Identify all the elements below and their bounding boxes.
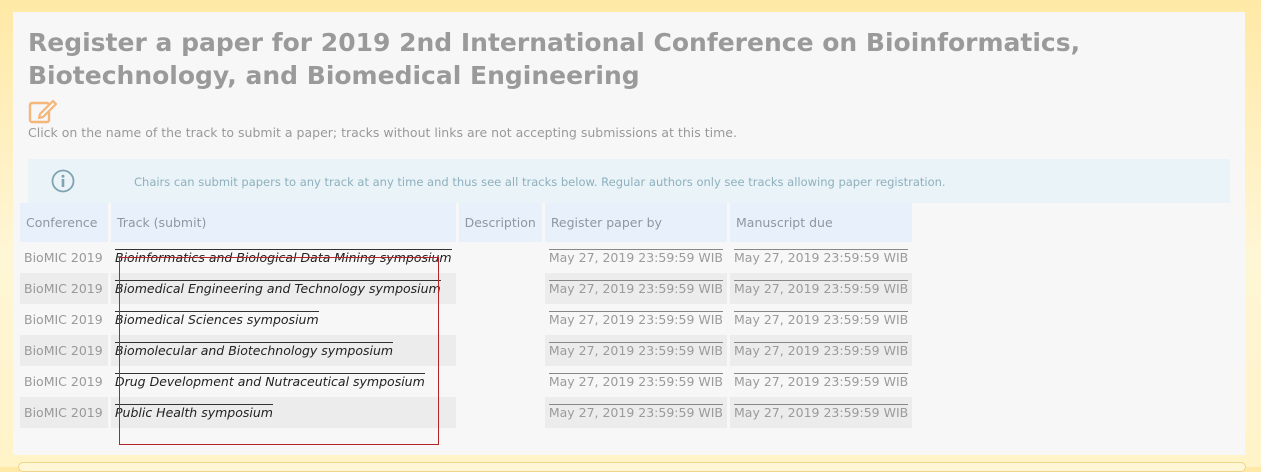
cell-manuscript-due: May 27, 2019 23:59:59 WIB (734, 311, 909, 327)
info-alert: Chairs can submit papers to any track at… (28, 159, 1230, 203)
cell-manuscript-due: May 27, 2019 23:59:59 WIB (734, 280, 909, 296)
cell-description (458, 273, 542, 304)
cell-register-by: May 27, 2019 23:59:59 WIB (548, 280, 724, 296)
info-text: Chairs can submit papers to any track at… (134, 175, 946, 189)
cell-description (458, 242, 542, 273)
col-header-conference[interactable]: Conference (20, 203, 108, 242)
info-icon (51, 169, 75, 193)
cell-register-by: May 27, 2019 23:59:59 WIB (548, 311, 724, 327)
cell-description (458, 304, 542, 335)
col-header-manuscript-due[interactable]: Manuscript due (730, 203, 913, 242)
table-header-row: Conference Track (submit) Description Re… (20, 203, 913, 242)
track-link[interactable]: Biomolecular and Biotechnology symposium (115, 342, 394, 358)
cell-register-by: May 27, 2019 23:59:59 WIB (548, 249, 724, 265)
cell-description (458, 335, 542, 366)
cell-conference: BioMIC 2019 (20, 335, 108, 366)
cell-manuscript-due: May 27, 2019 23:59:59 WIB (734, 249, 909, 265)
cell-register-by: May 27, 2019 23:59:59 WIB (548, 404, 724, 420)
col-header-register-by[interactable]: Register paper by (544, 203, 728, 242)
tracks-table: Conference Track (submit) Description Re… (17, 203, 915, 428)
cell-conference: BioMIC 2019 (20, 304, 108, 335)
cell-conference: BioMIC 2019 (20, 242, 108, 273)
table-row: BioMIC 2019 Biomolecular and Biotechnolo… (20, 335, 913, 366)
edit-icon[interactable] (28, 97, 58, 125)
table-row: BioMIC 2019 Biomedical Sciences symposiu… (20, 304, 913, 335)
help-text: Click on the name of the track to submit… (28, 125, 737, 140)
bottom-panel-edge (18, 462, 1246, 472)
cell-manuscript-due: May 27, 2019 23:59:59 WIB (734, 342, 909, 358)
cell-manuscript-due: May 27, 2019 23:59:59 WIB (734, 404, 909, 420)
table-row: BioMIC 2019 Drug Development and Nutrace… (20, 366, 913, 397)
cell-conference: BioMIC 2019 (20, 273, 108, 304)
cell-register-by: May 27, 2019 23:59:59 WIB (548, 342, 724, 358)
table-row: BioMIC 2019 Public Health symposium May … (20, 397, 913, 428)
track-link[interactable]: Public Health symposium (115, 404, 273, 420)
cell-description (458, 366, 542, 397)
track-link[interactable]: Bioinformatics and Biological Data Minin… (115, 249, 452, 265)
table-row: BioMIC 2019 Biomedical Engineering and T… (20, 273, 913, 304)
cell-conference: BioMIC 2019 (20, 366, 108, 397)
cell-manuscript-due: May 27, 2019 23:59:59 WIB (734, 373, 909, 389)
track-link[interactable]: Drug Development and Nutraceutical sympo… (115, 373, 425, 389)
page-title: Register a paper for 2019 2nd Internatio… (28, 28, 1081, 90)
col-header-track[interactable]: Track (submit) (111, 203, 456, 242)
track-link[interactable]: Biomedical Engineering and Technology sy… (115, 280, 441, 296)
cell-register-by: May 27, 2019 23:59:59 WIB (548, 373, 724, 389)
cell-description (458, 397, 542, 428)
table-row: BioMIC 2019 Bioinformatics and Biologica… (20, 242, 913, 273)
col-header-description[interactable]: Description (458, 203, 542, 242)
cell-conference: BioMIC 2019 (20, 397, 108, 428)
track-link[interactable]: Biomedical Sciences symposium (115, 311, 319, 327)
